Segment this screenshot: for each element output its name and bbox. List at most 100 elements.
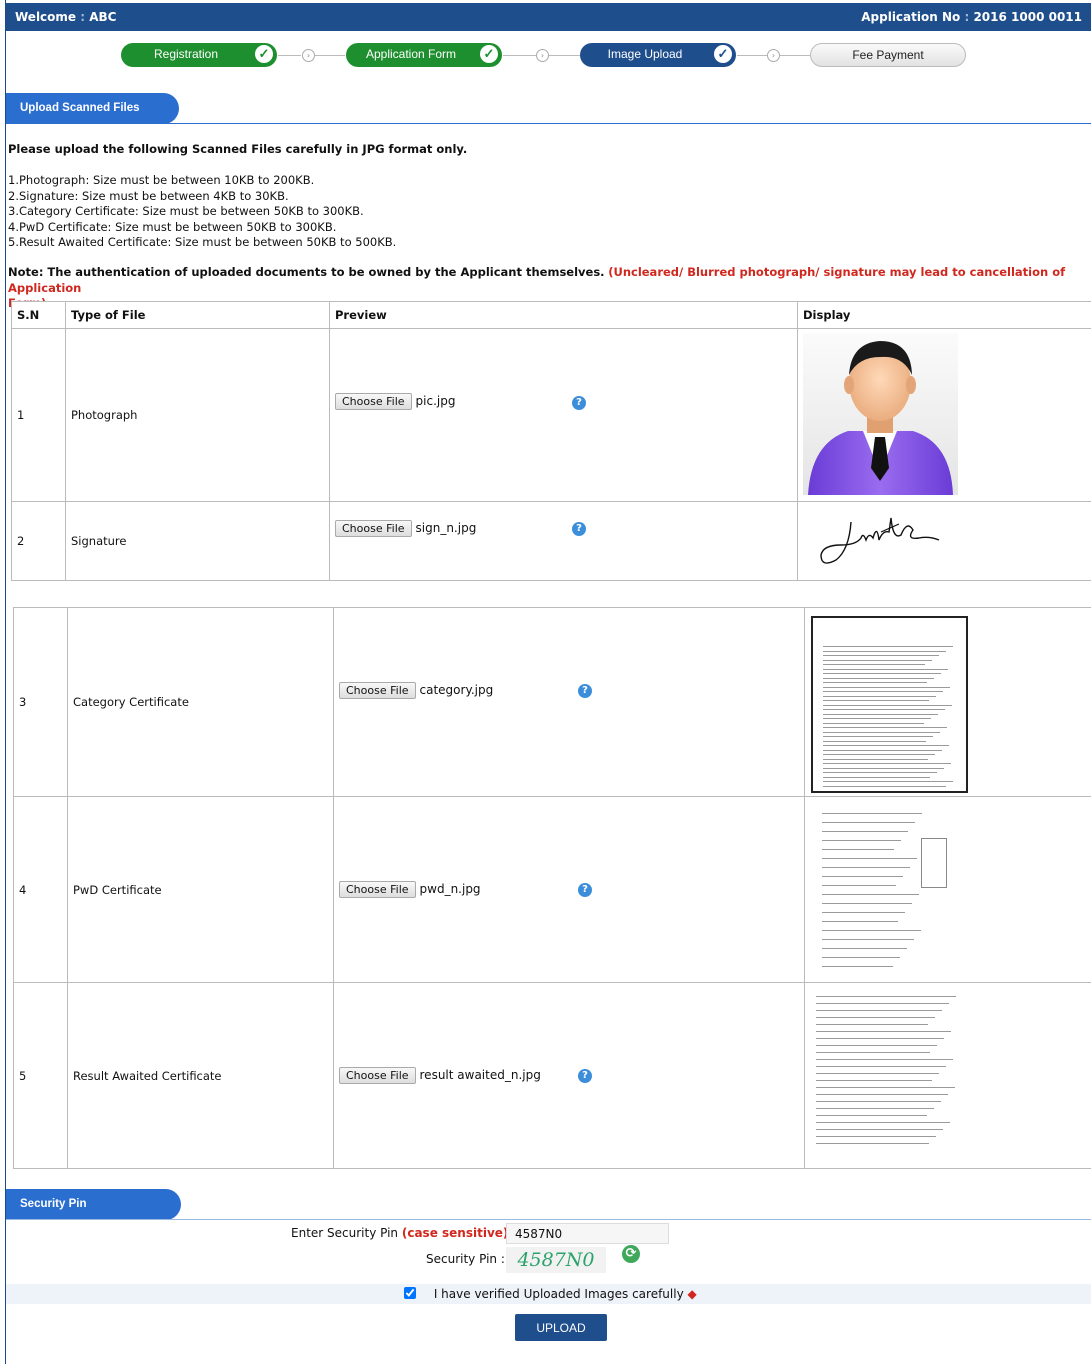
check-icon: ✓ [480, 45, 498, 63]
document-text-line [816, 1101, 941, 1102]
document-text-line [816, 1003, 949, 1004]
document-text-line [816, 1052, 930, 1053]
security-pin-input[interactable]: 4587N0 [506, 1223, 669, 1244]
case-sensitive-note: (case sensitive) [401, 1226, 509, 1240]
file-input[interactable]: Choose File result awaited_n.jpg [339, 1067, 541, 1084]
step-image-upload[interactable]: Image Upload ✓ [580, 43, 736, 67]
step-registration[interactable]: Registration ✓ [121, 43, 277, 67]
step-label: Image Upload [607, 47, 683, 61]
document-text-line [822, 840, 901, 841]
row-sn: 5 [13, 982, 68, 1169]
row-sn: 4 [13, 796, 68, 983]
step-connector [315, 55, 345, 56]
document-text-line [816, 1080, 932, 1081]
enter-pin-label: Enter Security Pin [291, 1226, 399, 1240]
document-text-line [823, 758, 928, 760]
document-text-line [822, 831, 908, 832]
document-text-line [822, 822, 915, 823]
help-icon[interactable]: ? [578, 883, 592, 897]
security-section-title: Security Pin [20, 1198, 87, 1210]
document-text-line [822, 939, 914, 940]
photo-thumbnail [803, 333, 958, 495]
document-text-line [823, 745, 949, 746]
welcome-sep: : [80, 10, 86, 24]
document-text-line [823, 763, 951, 764]
step-application-form[interactable]: Application Form ✓ [346, 43, 502, 67]
document-text-line [823, 749, 942, 751]
choose-file-button[interactable]: Choose File [339, 682, 416, 699]
document-text-line [822, 930, 921, 931]
choose-file-button[interactable]: Choose File [335, 393, 412, 410]
step-label: Application Form [365, 47, 457, 61]
verify-checkbox-group: I have verified Uploaded Images carefull… [404, 1287, 697, 1301]
table-header-row: S.N Type of File Preview Display [11, 301, 1091, 329]
section-divider [6, 123, 1091, 124]
col-sn: S.N [11, 301, 66, 329]
document-text-line [816, 1073, 939, 1074]
rule-item: 5.Result Awaited Certificate: Size must … [8, 235, 397, 249]
document-text-line [816, 1059, 953, 1060]
document-text-line [823, 650, 946, 652]
document-text-line [816, 996, 956, 997]
choose-file-button[interactable]: Choose File [339, 881, 416, 898]
row-type: Photograph [65, 328, 330, 502]
document-text-line [823, 722, 924, 724]
file-input[interactable]: Choose File pic.jpg [335, 393, 455, 410]
step-connector [549, 55, 580, 56]
note-text: Note: The authentication of uploaded doc… [8, 265, 605, 279]
document-text-line [823, 700, 929, 701]
document-text-line [823, 682, 927, 683]
row-type: Category Certificate [67, 607, 334, 797]
step-fee-payment[interactable]: Fee Payment [810, 43, 966, 67]
document-text-line [823, 677, 934, 679]
document-text-line [822, 867, 910, 868]
welcome-text: Welcome : ABC [15, 10, 117, 24]
help-icon[interactable]: ? [578, 684, 592, 698]
step-connector [503, 55, 536, 56]
document-text-line [822, 813, 922, 814]
document-text-line [816, 1017, 935, 1018]
document-text-line [822, 912, 905, 913]
document-text-line [816, 1115, 927, 1116]
col-preview: Preview [329, 301, 798, 329]
row-preview: Choose File result awaited_n.jpg ? [333, 982, 805, 1169]
document-text-line [823, 673, 941, 674]
upload-intro: Please upload the following Scanned File… [8, 142, 468, 156]
document-text-line [822, 921, 898, 922]
choose-file-button[interactable]: Choose File [339, 1067, 416, 1084]
header-bar: Welcome : ABC Application No : 2016 1000… [6, 3, 1091, 31]
app-no-value: 2016 1000 0011 [973, 10, 1082, 24]
file-input[interactable]: Choose File pwd_n.jpg [339, 881, 481, 898]
document-text-line [822, 876, 903, 877]
step-connector [278, 55, 301, 56]
app-no-label: Application No [861, 10, 961, 24]
document-text-line [816, 1010, 942, 1011]
row-preview: Choose File sign_n.jpg ? [329, 501, 798, 581]
document-text-line [823, 664, 925, 665]
document-text-line [816, 1024, 928, 1025]
document-text-line [823, 686, 950, 688]
page: Welcome : ABC Application No : 2016 1000… [5, 0, 1091, 1364]
arrow-circle-icon: › [302, 49, 315, 62]
document-text-line [823, 691, 943, 692]
help-icon[interactable]: ? [572, 522, 586, 536]
document-text-line [816, 1129, 943, 1130]
required-marker-icon: ◆ [687, 1287, 697, 1301]
file-input[interactable]: Choose File sign_n.jpg [335, 520, 476, 537]
signature-thumbnail [811, 510, 941, 570]
file-input[interactable]: Choose File category.jpg [339, 682, 493, 699]
file-name: result awaited_n.jpg [419, 1068, 541, 1082]
row-type: Signature [65, 501, 330, 581]
document-text-line [816, 1094, 948, 1095]
choose-file-button[interactable]: Choose File [335, 520, 412, 537]
row-preview: Choose File category.jpg ? [333, 607, 805, 797]
help-icon[interactable]: ? [578, 1069, 592, 1083]
row-preview: Choose File pwd_n.jpg ? [333, 796, 805, 983]
verify-checkbox[interactable] [404, 1287, 416, 1299]
help-icon[interactable]: ? [572, 396, 586, 410]
row-type: PwD Certificate [67, 796, 334, 983]
refresh-icon[interactable]: ⟳ [622, 1245, 640, 1263]
avatar-image [803, 333, 958, 495]
document-text-line [823, 713, 938, 715]
upload-button[interactable]: UPLOAD [515, 1314, 607, 1341]
